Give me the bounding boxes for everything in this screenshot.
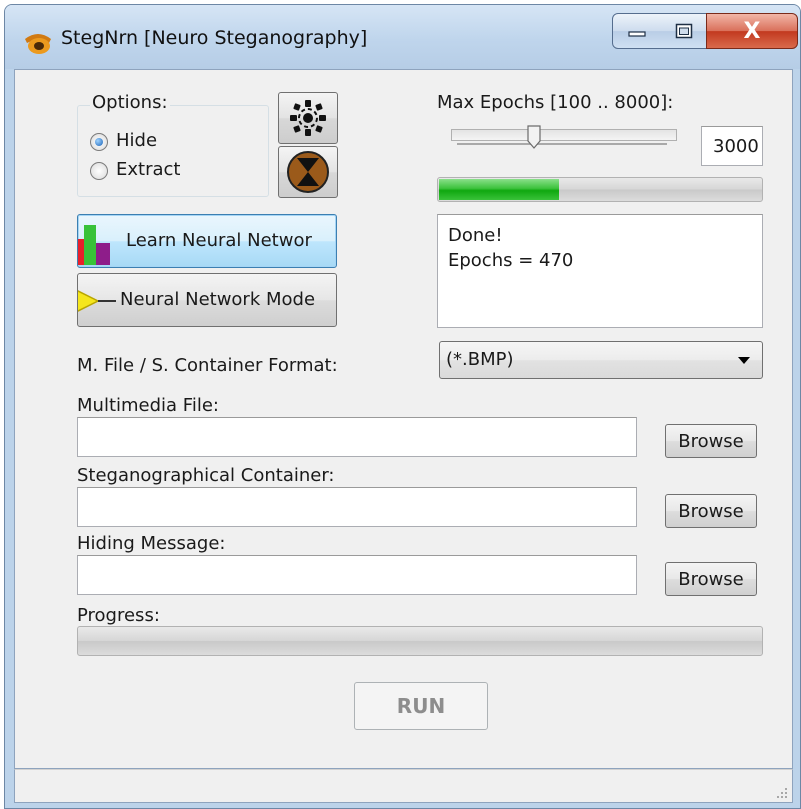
maximize-button[interactable] (661, 13, 707, 49)
neural-network-model-button[interactable]: Neural Network Modе (77, 273, 337, 327)
client-area: Options: Hide Extract Learn Neural Netwo… (14, 69, 793, 769)
multimedia-browse-label: Browse (678, 430, 744, 452)
epochs-slider-ticks (457, 141, 667, 145)
format-dropdown[interactable]: (*.BMP) (439, 341, 763, 379)
container-label: Steganographical Container: (77, 465, 335, 486)
hide-radio-label: Hide (116, 130, 158, 151)
message-browse-label: Browse (678, 568, 744, 590)
epochs-slider-thumb[interactable] (527, 125, 541, 149)
bar-chart-icon (78, 225, 110, 265)
hiding-message-input[interactable] (77, 555, 637, 595)
title-bar[interactable]: StegNrn [Neuro Steganography] X (5, 5, 800, 69)
epochs-input-value: 3000 (713, 136, 759, 157)
training-log-box[interactable]: Done! Epochs = 470 (437, 214, 763, 328)
resize-grip-icon[interactable] (776, 787, 788, 799)
extract-radio-indicator[interactable] (90, 162, 108, 180)
multimedia-file-label: Multimedia File: (77, 395, 219, 416)
neural-gear-icon (290, 100, 326, 136)
multimedia-browse-button[interactable]: Browse (665, 424, 757, 458)
minimize-button[interactable] (612, 13, 662, 49)
close-button[interactable]: X (706, 13, 798, 49)
training-progress-bar (437, 177, 763, 202)
hourglass-button[interactable] (278, 146, 338, 198)
neuron-icon (78, 290, 116, 312)
progress-label: Progress: (77, 605, 160, 626)
network-settings-button[interactable] (278, 92, 338, 144)
status-bar (14, 769, 793, 803)
run-button-label: RUN (396, 694, 446, 718)
container-browse-button[interactable]: Browse (665, 494, 757, 528)
minimize-icon (628, 31, 646, 37)
hourglass-icon (287, 151, 329, 193)
hide-radio[interactable]: Hide (90, 130, 200, 154)
message-browse-button[interactable]: Browse (665, 562, 757, 596)
multimedia-file-input[interactable] (77, 417, 637, 457)
app-window: StegNrn [Neuro Steganography] X Options:… (4, 4, 801, 809)
extract-radio[interactable]: Extract (90, 159, 210, 183)
log-line-epochs: Epochs = 470 (448, 250, 574, 271)
options-group-title: Options: (90, 92, 170, 113)
format-label: M. File / S. Container Format: (77, 355, 338, 376)
format-dropdown-value: (*.BMP) (446, 349, 514, 370)
max-epochs-label: Max Epochs [100 .. 8000]: (437, 92, 674, 113)
epochs-slider-track (451, 129, 677, 141)
epochs-input[interactable]: 3000 (701, 126, 763, 166)
close-icon: X (743, 18, 761, 44)
maximize-icon (675, 23, 692, 39)
hiding-message-label: Hiding Message: (77, 533, 226, 554)
window-title: StegNrn [Neuro Steganography] (61, 27, 368, 49)
container-input[interactable] (77, 487, 637, 527)
run-button[interactable]: RUN (354, 682, 488, 730)
extract-radio-label: Extract (116, 159, 181, 180)
log-line-done: Done! (448, 225, 503, 246)
epochs-slider[interactable] (451, 125, 677, 157)
learn-neural-network-button[interactable]: Learn Neural Networ (77, 214, 337, 268)
chevron-down-icon (738, 357, 750, 364)
model-button-label: Neural Network Modе (120, 289, 316, 310)
hide-radio-indicator[interactable] (90, 133, 108, 151)
run-progress-bar (77, 626, 763, 656)
learn-button-label: Learn Neural Networ (126, 230, 312, 251)
container-browse-label: Browse (678, 500, 744, 522)
training-progress-fill (439, 179, 559, 200)
app-icon (25, 34, 51, 54)
